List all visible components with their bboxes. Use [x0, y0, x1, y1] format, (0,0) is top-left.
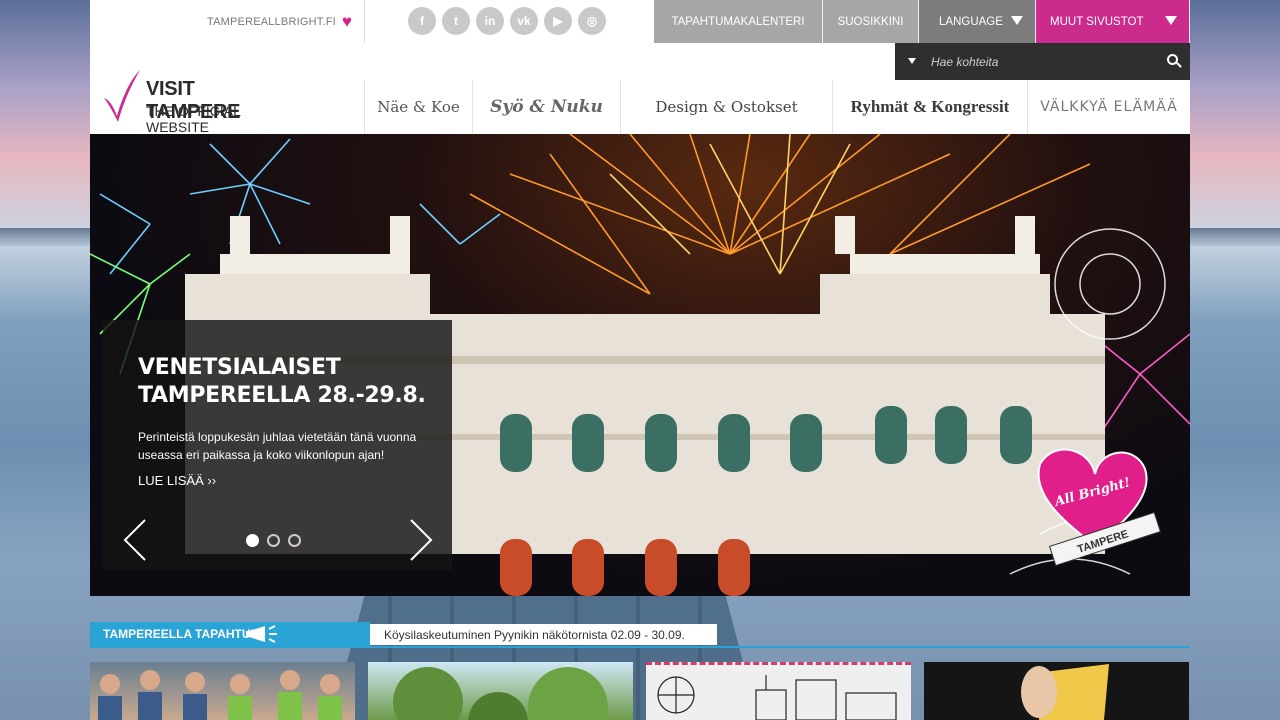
tile-image: [98, 670, 342, 720]
language-dropdown[interactable]: LANGUAGE: [919, 0, 1036, 43]
logo-subtitle: THE OFFICIAL WEBSITE: [146, 103, 241, 135]
favorites-link[interactable]: SUOSIKKINI: [823, 0, 919, 43]
language-label: LANGUAGE: [939, 15, 1003, 28]
ticker-label: TAMPEREELLA TAPAHTUU: [90, 622, 370, 646]
other-sites-dropdown[interactable]: MUUT SIVUSTOT: [1036, 0, 1190, 43]
hero-caption: VENETSIALAISET TAMPEREELLA 28.-29.8. Per…: [103, 320, 452, 570]
featured-tile[interactable]: [646, 662, 911, 720]
chevron-right-icon[interactable]: [409, 518, 433, 562]
site-container: TAMPEREALLBRIGHT.FI ♥ f t in vk ▶ ◎ TAPA…: [90, 0, 1190, 720]
tile-image: [393, 667, 608, 720]
carousel-dot[interactable]: [288, 534, 301, 547]
social-links: f t in vk ▶ ◎: [408, 7, 606, 35]
ticker-label-text: TAMPEREELLA TAPAHTUU: [103, 627, 260, 641]
featured-tile[interactable]: [924, 662, 1189, 720]
facebook-icon[interactable]: f: [408, 7, 436, 35]
featured-tile[interactable]: [90, 662, 355, 720]
other-sites-label: MUUT SIVUSTOT: [1050, 15, 1144, 28]
megaphone-icon: [246, 625, 277, 643]
site-logo[interactable]: VISIT TAMPERE THE OFFICIAL WEBSITE: [102, 68, 292, 135]
nav-item-design-shopping[interactable]: Design & Ostokset: [620, 80, 832, 134]
chevron-left-icon[interactable]: [123, 518, 147, 562]
featured-tiles: [90, 662, 1190, 720]
top-nav: TAPAHTUMAKALENTERI SUOSIKKINI LANGUAGE M…: [654, 0, 1190, 43]
main-nav: Näe & Koe Syö & Nuku Design & Ostokset R…: [364, 80, 1190, 134]
ticker-message[interactable]: Köysilaskeutuminen Pyynikin näkötornista…: [370, 624, 717, 645]
ticker-divider: [90, 646, 1190, 648]
twitter-icon[interactable]: t: [442, 7, 470, 35]
heart-icon: ♥: [341, 12, 352, 31]
search-scope-dropdown-icon[interactable]: [908, 58, 916, 64]
nav-item-eat-sleep[interactable]: Syö & Nuku: [472, 80, 620, 134]
chevron-down-icon: [1165, 16, 1177, 25]
checkmark-logo-icon: [104, 70, 140, 122]
carousel-pagination: [246, 534, 301, 547]
event-calendar-link[interactable]: TAPAHTUMAKALENTERI: [654, 0, 823, 43]
top-bar: TAMPEREALLBRIGHT.FI ♥ f t in vk ▶ ◎ TAPA…: [90, 0, 1190, 43]
instagram-icon[interactable]: ◎: [578, 7, 606, 35]
chevron-down-icon: [1011, 16, 1023, 25]
carousel-dot[interactable]: [246, 534, 259, 547]
vk-icon[interactable]: vk: [510, 7, 538, 35]
tile-image: [657, 675, 897, 720]
tile-image: [1021, 664, 1109, 720]
search-bar: [895, 43, 1190, 80]
events-ticker: TAMPEREELLA TAPAHTUU Köysilaskeutuminen …: [90, 622, 1190, 648]
hero-text: Perinteistä loppukesän juhlaa vietetään …: [138, 430, 417, 462]
featured-tile[interactable]: [368, 662, 633, 720]
nav-item-see-experience[interactable]: Näe & Koe: [364, 80, 472, 134]
nav-item-sparkling-life[interactable]: VÄLKKYÄ ELÄMÄÄ: [1027, 80, 1190, 134]
search-input[interactable]: [931, 51, 1151, 73]
allbright-link-label: TAMPEREALLBRIGHT.FI: [207, 15, 336, 28]
linkedin-icon[interactable]: in: [476, 7, 504, 35]
hero-title: VENETSIALAISET TAMPEREELLA 28.-29.8.: [138, 355, 426, 408]
carousel-dot[interactable]: [267, 534, 280, 547]
read-more-link[interactable]: LUE LISÄÄ ››: [138, 473, 216, 488]
allbright-link[interactable]: TAMPEREALLBRIGHT.FI ♥: [90, 0, 365, 43]
nav-item-groups-congresses[interactable]: Ryhmät & Kongressit: [832, 80, 1027, 134]
youtube-icon[interactable]: ▶: [544, 7, 572, 35]
hero-carousel: All Bright! TAMPERE VENETSIALAISET TAMPE…: [90, 134, 1190, 596]
search-icon[interactable]: [1167, 54, 1178, 65]
